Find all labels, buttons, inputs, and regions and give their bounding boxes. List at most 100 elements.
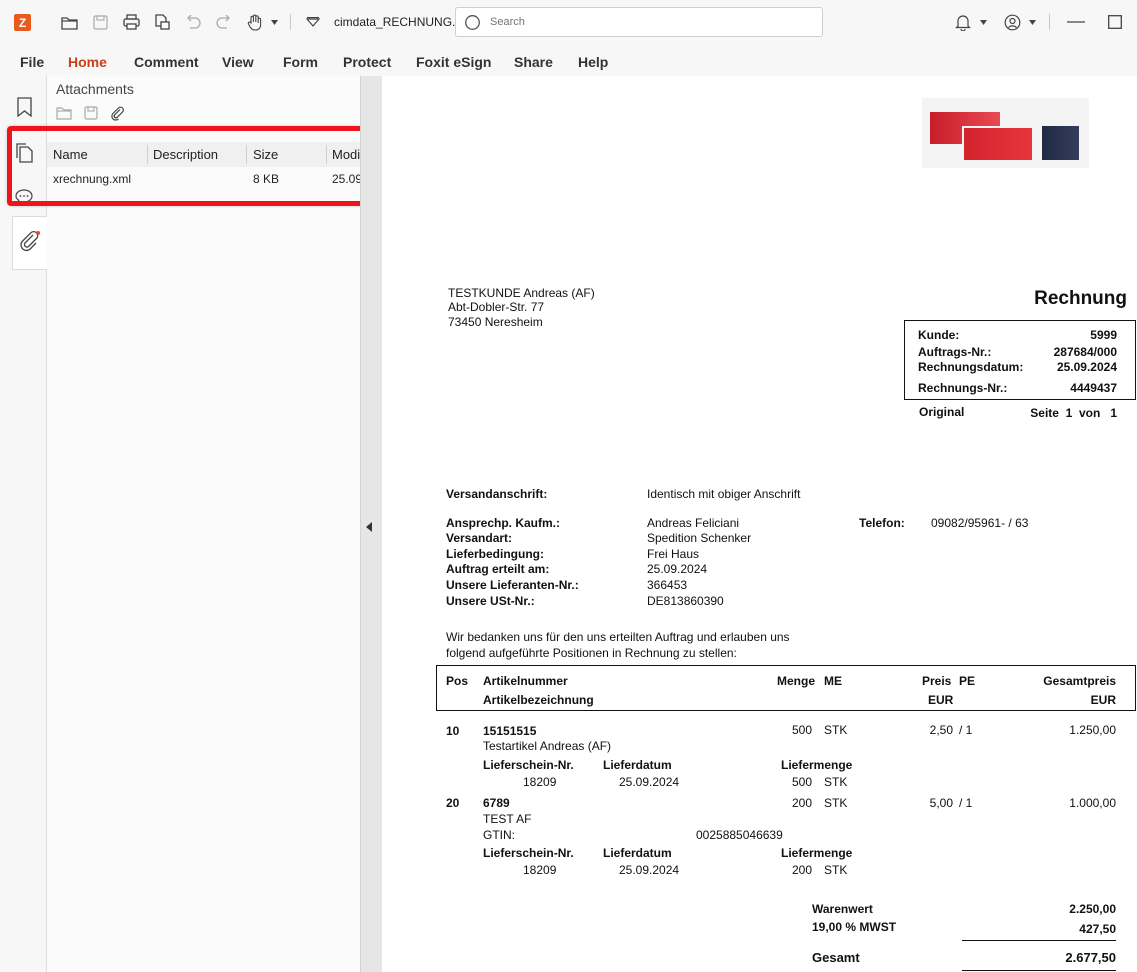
quick-access-dropdown-icon[interactable] — [303, 10, 323, 34]
customer-street: Abt-Dobler-Str. 77 — [448, 300, 545, 314]
header-menge: Menge — [777, 674, 816, 688]
navigation-pane-strip — [0, 76, 47, 972]
title-bar: Z cimdata_RECHNUNG... — [0, 0, 1137, 44]
undo-icon[interactable] — [182, 10, 204, 34]
search-icon — [464, 14, 481, 36]
search-box[interactable] — [455, 7, 823, 37]
menu-form[interactable]: Form — [283, 54, 318, 70]
panel-splitter[interactable] — [360, 76, 382, 972]
document-title: cimdata_RECHNUNG... — [334, 15, 463, 29]
header-eur: EUR — [928, 693, 954, 707]
hand-dropdown-icon[interactable] — [268, 10, 280, 34]
print-icon[interactable] — [120, 10, 142, 34]
mengeneinheit: STK — [824, 723, 848, 737]
redo-icon[interactable] — [213, 10, 235, 34]
open-attachment-icon[interactable] — [56, 106, 72, 124]
liefermenge-einheit: STK — [824, 775, 848, 789]
gesamt-value: 2.677,50 — [1065, 950, 1116, 965]
lieferdatum-label: Lieferdatum — [603, 846, 672, 860]
attachments-toolbar — [56, 106, 125, 124]
toolbar-separator — [290, 14, 291, 30]
liefermenge-label: Liefermenge — [781, 846, 853, 860]
menu-comment[interactable]: Comment — [134, 54, 199, 70]
bell-icon[interactable] — [952, 10, 974, 34]
minimize-icon[interactable] — [1063, 10, 1089, 34]
lieferdatum-label: Lieferdatum — [603, 758, 672, 772]
attachments-tab[interactable] — [12, 216, 47, 270]
copy-file-icon[interactable] — [151, 10, 173, 34]
menge: 500 — [791, 723, 812, 737]
preiseinheit: / 1 — [959, 723, 973, 737]
paperclip-icon — [19, 230, 41, 257]
menu-protect[interactable]: Protect — [343, 54, 391, 70]
lieferschein-nr: 18209 — [523, 863, 557, 877]
lieferdatum: 25.09.2024 — [619, 863, 680, 877]
header-pos: Pos — [446, 674, 469, 688]
rechnungsdatum-label: Rechnungsdatum: — [918, 360, 1024, 374]
lieferschein-label: Lieferschein-Nr. — [483, 846, 574, 860]
detail-label: Lieferbedingung: — [446, 547, 544, 561]
auftrags-nr-value: 287684/000 — [1053, 345, 1117, 359]
menu-foxit-esign[interactable]: Foxit eSign — [416, 54, 491, 70]
add-attachment-icon[interactable] — [110, 106, 125, 124]
preis: 2,50 — [929, 723, 953, 737]
menu-home[interactable]: Home — [68, 54, 107, 70]
artikelbezeichnung: TEST AF — [483, 812, 532, 826]
detail-value: DE813860390 — [647, 594, 724, 608]
document-heading: Rechnung — [1034, 288, 1127, 309]
header-eur: EUR — [1090, 693, 1116, 707]
lieferschein-label: Lieferschein-Nr. — [483, 758, 574, 772]
page-count: Seite 1 von 1 — [1030, 406, 1117, 420]
menge: 200 — [791, 796, 812, 810]
logo-navy-block — [1042, 126, 1079, 160]
customer-city: 73450 Neresheim — [448, 315, 543, 329]
original-label: Original — [919, 405, 965, 419]
user-dropdown-icon[interactable] — [1026, 10, 1038, 34]
gtin-value: 0025885046639 — [696, 828, 783, 842]
save-icon[interactable] — [89, 10, 111, 34]
header-me: ME — [824, 674, 842, 688]
detail-value: Frei Haus — [647, 547, 700, 561]
foxit-logo-icon[interactable]: Z — [14, 14, 31, 31]
search-input[interactable] — [490, 13, 810, 31]
menu-help[interactable]: Help — [578, 54, 608, 70]
menu-file[interactable]: File — [20, 54, 44, 70]
save-attachment-icon[interactable] — [84, 106, 98, 124]
open-folder-icon[interactable] — [58, 10, 80, 34]
liefermenge-label: Liefermenge — [781, 758, 853, 772]
menu-share[interactable]: Share — [514, 54, 553, 70]
maximize-icon[interactable] — [1104, 10, 1126, 34]
intro-text: Wir bedanken uns für den uns erteilten A… — [446, 630, 790, 644]
bell-dropdown-icon[interactable] — [977, 10, 989, 34]
kunde-value: 5999 — [1090, 328, 1117, 342]
rechnungs-nr-value: 4449437 — [1070, 381, 1117, 395]
document-view[interactable]: TESTKUNDE Andreas (AF) Abt-Dobler-Str. 7… — [382, 76, 1137, 972]
menu-view[interactable]: View — [222, 54, 254, 70]
header-pe: PE — [959, 674, 976, 688]
liefermenge: 500 — [791, 775, 812, 789]
kunde-label: Kunde: — [918, 328, 960, 342]
detail-value: Andreas Feliciani — [647, 516, 740, 530]
detail-label: Unsere Lieferanten-Nr.: — [446, 578, 579, 592]
attachments-panel-title: Attachments — [56, 81, 134, 97]
gesamtpreis: 1.000,00 — [1069, 796, 1116, 810]
intro-text: folgend aufgeführte Positionen in Rechnu… — [446, 646, 737, 660]
bookmark-icon[interactable] — [12, 94, 36, 120]
artikelnummer: 15151515 — [483, 724, 537, 738]
gesamt-label: Gesamt — [812, 950, 860, 965]
versandanschrift-value: Identisch mit obiger Anschrift — [647, 487, 801, 501]
detail-label: Ansprechp. Kaufm.: — [446, 516, 561, 530]
collapse-panel-arrow-icon[interactable] — [366, 522, 372, 532]
menu-bar: File Home Comment View Form Protect Foxi… — [0, 44, 1137, 76]
detail-value: 25.09.2024 — [647, 562, 708, 576]
header-gesamtpreis: Gesamtpreis — [1043, 674, 1116, 688]
totals-divider — [962, 940, 1116, 941]
warenwert-label: Warenwert — [812, 902, 873, 916]
detail-label: Auftrag erteilt am: — [446, 562, 550, 576]
user-icon[interactable] — [1001, 10, 1023, 34]
telefon-label: Telefon: — [859, 516, 905, 530]
mwst-label: 19,00 % MWST — [812, 920, 897, 934]
company-logo — [922, 98, 1089, 168]
hand-icon[interactable] — [244, 10, 266, 34]
artikelnummer: 6789 — [483, 796, 510, 810]
